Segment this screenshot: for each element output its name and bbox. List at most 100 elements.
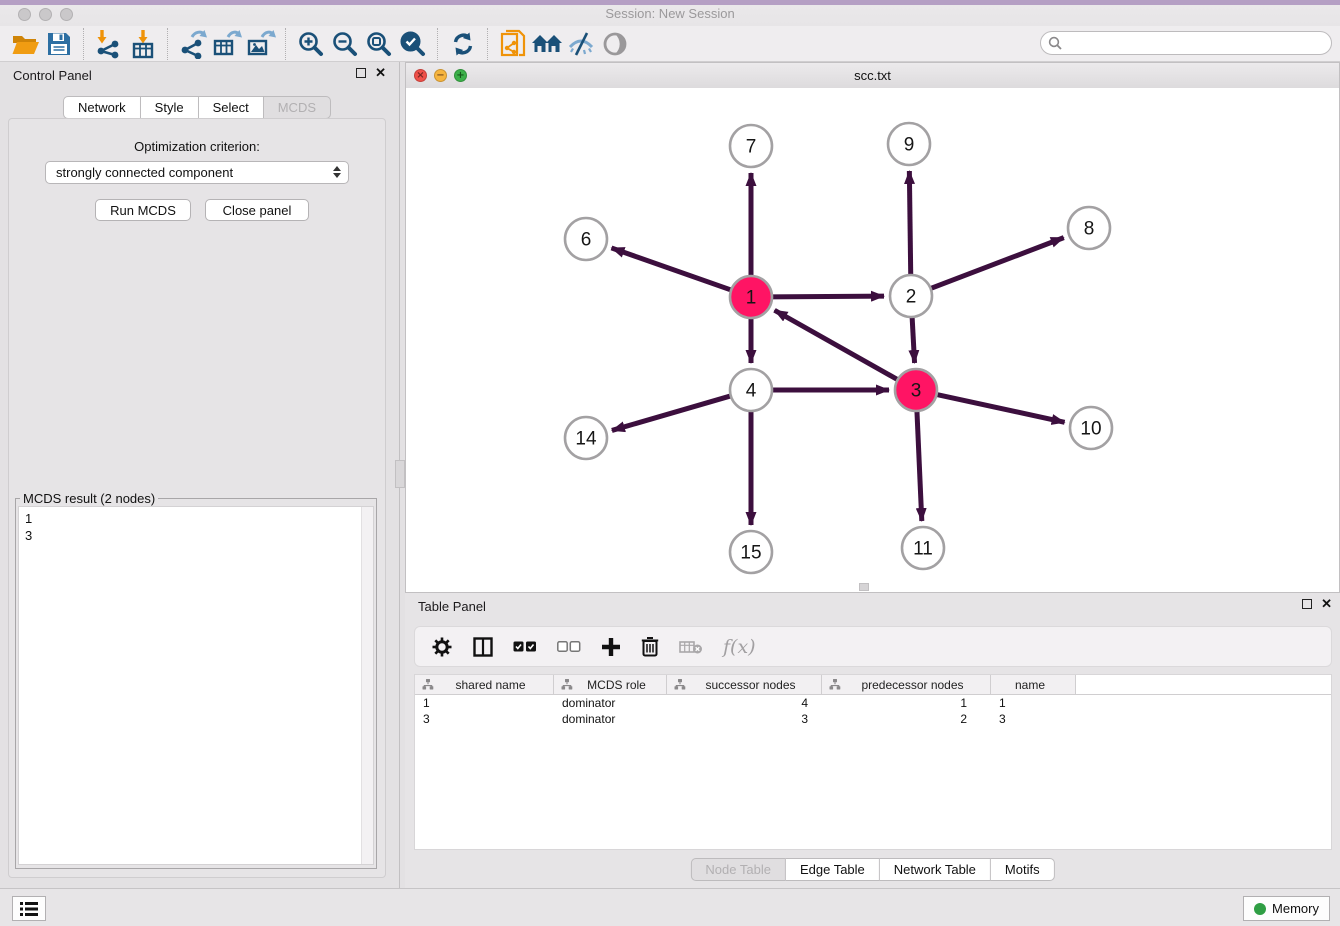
- panel-splitter[interactable]: [394, 62, 405, 888]
- node-label-2: 2: [906, 287, 917, 308]
- table-cell: 4: [667, 695, 822, 711]
- network-window-titlebar: × − + scc.txt: [406, 63, 1339, 89]
- splitter-grip[interactable]: [395, 460, 405, 488]
- toolbar-separator: [167, 28, 169, 60]
- table-toolbar: f(x): [414, 626, 1332, 667]
- column-layout-icon[interactable]: [473, 633, 493, 661]
- node-label-14: 14: [575, 429, 597, 450]
- mcds-result-scrollbar[interactable]: [361, 507, 373, 864]
- memory-button[interactable]: Memory: [1243, 896, 1330, 921]
- export-image-icon[interactable]: [244, 27, 278, 61]
- column-header-predecessor-nodes[interactable]: predecessor nodes: [822, 675, 991, 694]
- node-label-4: 4: [746, 381, 757, 402]
- show-panel-eye-icon[interactable]: [598, 27, 632, 61]
- network-canvas[interactable]: 7968124314101511: [406, 88, 1339, 592]
- mcds-result-group: MCDS result (2 nodes) 1 3: [15, 491, 377, 869]
- mcds-result-textarea[interactable]: 1 3: [18, 506, 374, 865]
- zoom-fit-icon[interactable]: [362, 27, 396, 61]
- toolbar-search: [1040, 31, 1332, 55]
- edge-2-9[interactable]: [909, 171, 910, 277]
- table-row[interactable]: 1dominator411: [415, 695, 1331, 711]
- dropdown-value: strongly connected component: [56, 165, 233, 180]
- edge-3-11[interactable]: [917, 409, 922, 521]
- zoom-selected-icon[interactable]: [396, 27, 430, 61]
- table-cell: 3: [415, 711, 554, 727]
- table-cell: dominator: [554, 711, 667, 727]
- toolbar-separator: [285, 28, 287, 60]
- close-panel-icon[interactable]: ✕: [375, 68, 386, 78]
- import-network-icon[interactable]: [92, 27, 126, 61]
- column-header-mcds-role[interactable]: MCDS role: [554, 675, 667, 694]
- toolbar-separator: [487, 28, 489, 60]
- export-table-icon[interactable]: [210, 27, 244, 61]
- close-table-panel-icon[interactable]: ✕: [1321, 599, 1332, 609]
- deselect-all-icon[interactable]: [557, 633, 581, 661]
- tab-network-table[interactable]: Network Table: [880, 858, 991, 881]
- edge-3-10[interactable]: [935, 394, 1065, 422]
- table-panel: Table Panel ✕: [405, 593, 1340, 888]
- import-table-icon[interactable]: [126, 27, 160, 61]
- mcds-result-lines: 1 3: [25, 510, 32, 544]
- node-label-8: 8: [1084, 219, 1095, 240]
- float-panel-icon[interactable]: [356, 68, 366, 78]
- optimization-criterion-label: Optimization criterion:: [9, 139, 385, 154]
- memory-status-icon: [1254, 903, 1266, 915]
- open-session-icon[interactable]: [8, 27, 42, 61]
- window-title: Session: New Session: [0, 6, 1340, 21]
- select-all-icon[interactable]: [513, 633, 537, 661]
- close-panel-button[interactable]: Close panel: [205, 199, 309, 221]
- tab-edge-table[interactable]: Edge Table: [786, 858, 880, 881]
- network-window-title: scc.txt: [406, 68, 1339, 83]
- node-table: shared nameMCDS rolesuccessor nodesprede…: [414, 674, 1332, 850]
- tab-node-table[interactable]: Node Table: [690, 858, 786, 881]
- column-header-shared-name[interactable]: shared name: [415, 675, 554, 694]
- home-layout-icon[interactable]: [530, 27, 564, 61]
- node-label-7: 7: [746, 137, 757, 158]
- memory-label: Memory: [1272, 901, 1319, 916]
- run-mcds-button[interactable]: Run MCDS: [95, 199, 191, 221]
- task-history-button[interactable]: [12, 896, 46, 921]
- table-cell: dominator: [554, 695, 667, 711]
- settings-gear-icon[interactable]: [431, 633, 453, 661]
- search-input[interactable]: [1040, 31, 1332, 55]
- tab-select[interactable]: Select: [199, 96, 264, 119]
- delete-table-icon-disabled: [679, 633, 703, 661]
- add-column-icon[interactable]: [601, 633, 621, 661]
- edge-3-1[interactable]: [775, 310, 900, 380]
- node-label-15: 15: [740, 543, 761, 564]
- tab-network[interactable]: Network: [63, 96, 141, 119]
- column-header-name[interactable]: name: [991, 675, 1076, 694]
- network-graph[interactable]: 7968124314101511: [406, 88, 1339, 592]
- search-icon: [1048, 36, 1062, 55]
- edge-4-14[interactable]: [612, 395, 733, 430]
- node-label-9: 9: [904, 135, 915, 156]
- optimization-criterion-dropdown[interactable]: strongly connected component: [45, 161, 349, 184]
- canvas-resize-grip[interactable]: [859, 583, 869, 591]
- table-cell: 2: [822, 711, 991, 727]
- table-body: 1dominator4113dominator323: [415, 695, 1331, 727]
- table-row[interactable]: 3dominator323: [415, 711, 1331, 727]
- main-toolbar: [0, 26, 1340, 62]
- zoom-out-icon[interactable]: [328, 27, 362, 61]
- edge-1-6[interactable]: [611, 248, 733, 291]
- tab-mcds[interactable]: MCDS: [264, 96, 331, 119]
- save-session-icon[interactable]: [42, 27, 76, 61]
- delete-column-icon[interactable]: [641, 633, 659, 661]
- tab-motifs[interactable]: Motifs: [991, 858, 1055, 881]
- edge-2-3[interactable]: [912, 315, 915, 363]
- mcds-result-title: MCDS result (2 nodes): [20, 491, 158, 506]
- node-label-6: 6: [581, 230, 592, 251]
- tab-style[interactable]: Style: [141, 96, 199, 119]
- column-tree-icon: [829, 679, 841, 690]
- clone-network-icon[interactable]: [496, 27, 530, 61]
- edge-2-8[interactable]: [929, 238, 1064, 290]
- node-label-3: 3: [911, 381, 922, 402]
- refresh-view-icon[interactable]: [446, 27, 480, 61]
- export-network-icon[interactable]: [176, 27, 210, 61]
- column-tree-icon: [422, 679, 434, 690]
- edge-1-2[interactable]: [770, 296, 884, 297]
- float-table-panel-icon[interactable]: [1302, 599, 1312, 609]
- column-header-successor-nodes[interactable]: successor nodes: [667, 675, 822, 694]
- hide-panel-eye-icon[interactable]: [564, 27, 598, 61]
- zoom-in-icon[interactable]: [294, 27, 328, 61]
